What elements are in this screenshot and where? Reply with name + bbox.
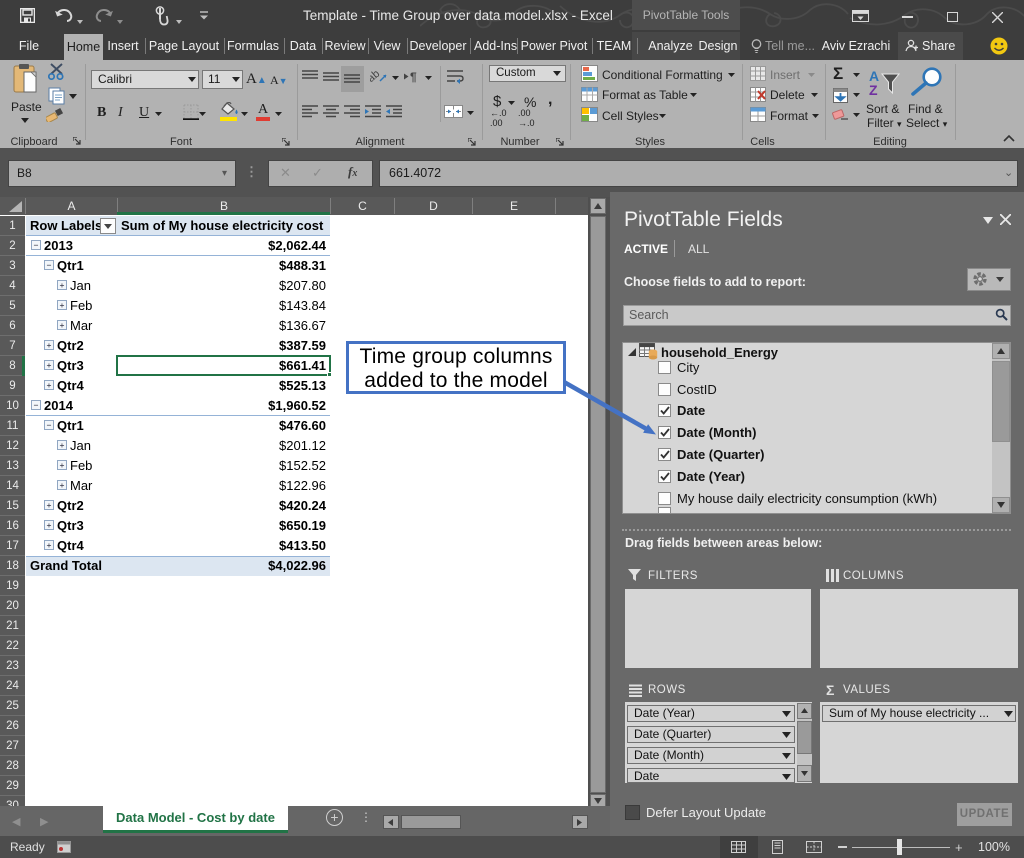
svg-text:ab: ab xyxy=(370,68,382,84)
svg-text:¶: ¶ xyxy=(410,70,417,83)
svg-text:Z: Z xyxy=(869,82,878,98)
